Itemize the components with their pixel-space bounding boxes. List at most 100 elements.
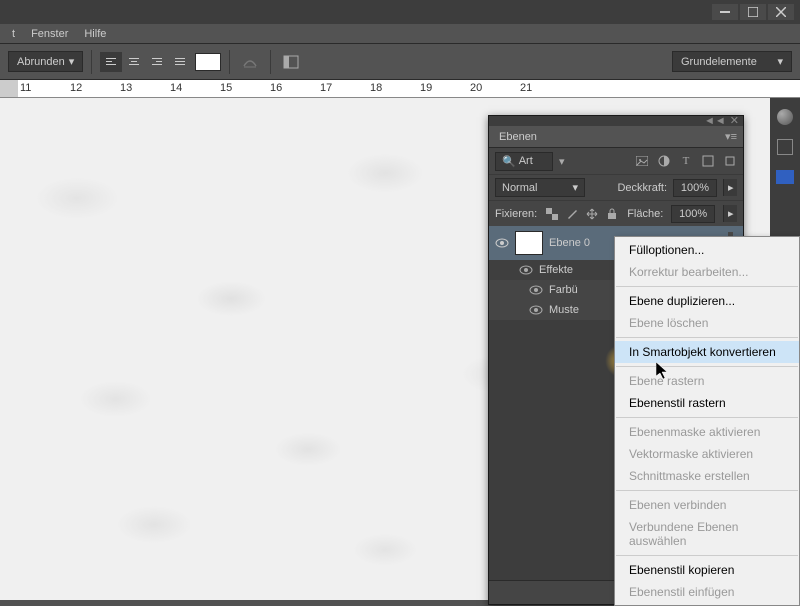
- menu-duplizieren[interactable]: Ebene duplizieren...: [615, 290, 799, 312]
- align-justify-button[interactable]: [169, 52, 191, 72]
- menu-ebenenstil-rastern[interactable]: Ebenenstil rastern: [615, 392, 799, 414]
- effect-label: Muste: [549, 304, 579, 316]
- filter-type-label: Art: [519, 155, 533, 167]
- menu-verbinden: Ebenen verbinden: [615, 494, 799, 516]
- opacity-flyout[interactable]: ▸: [723, 179, 737, 196]
- warp-text-button[interactable]: [238, 50, 262, 74]
- opacity-value[interactable]: 100%: [673, 179, 717, 197]
- menu-fuelloptionen[interactable]: Fülloptionen...: [615, 239, 799, 261]
- menu-t[interactable]: t: [4, 26, 23, 42]
- blend-opacity-row: Normal ▾ Deckkraft: 100% ▸: [489, 174, 743, 200]
- filter-shape-icon[interactable]: [701, 154, 715, 168]
- titlebar: [0, 0, 800, 24]
- fill-label: Fläche:: [627, 208, 663, 220]
- toolbar-separator-3: [270, 50, 271, 74]
- close-panel-icon[interactable]: ✕: [730, 117, 739, 125]
- ruler-tick: 20: [470, 82, 520, 94]
- lock-fill-row: Fixieren: Fläche: 100% ▸: [489, 200, 743, 226]
- ruler-tick: 16: [270, 82, 320, 94]
- visibility-eye-icon[interactable]: [529, 283, 543, 297]
- layer-context-menu: Fülloptionen... Korrektur bearbeiten... …: [614, 236, 800, 606]
- align-left-button[interactable]: [100, 52, 122, 72]
- menu-separator: [616, 366, 798, 367]
- tool-mode-dropdown[interactable]: Abrunden ▾: [8, 51, 83, 72]
- horizontal-ruler: 11 12 13 14 15 16 17 18 19 20 21: [0, 80, 800, 98]
- lock-transparency-icon[interactable]: [545, 207, 559, 221]
- fill-flyout[interactable]: ▸: [723, 205, 737, 222]
- blend-mode-dropdown[interactable]: Normal ▾: [495, 178, 585, 197]
- ruler-tick: 19: [420, 82, 470, 94]
- chevron-down-icon: ▾: [572, 181, 578, 194]
- toolbar-separator-2: [229, 50, 230, 74]
- panel-tabs: Ebenen ▾≡: [489, 126, 743, 148]
- tab-ebenen[interactable]: Ebenen: [489, 127, 547, 147]
- maximize-button[interactable]: [740, 4, 766, 20]
- panel-header[interactable]: ◄◄ ✕: [489, 116, 743, 126]
- minimize-button[interactable]: [712, 4, 738, 20]
- ruler-tick: 17: [320, 82, 370, 94]
- lock-brush-icon[interactable]: [565, 207, 579, 221]
- filter-icons: T: [635, 154, 737, 168]
- layer-filter-row: 🔍 Art ▾ T: [489, 148, 743, 174]
- menu-stil-kopieren[interactable]: Ebenenstil kopieren: [615, 559, 799, 581]
- menu-ebenenmaske: Ebenenmaske aktivieren: [615, 421, 799, 443]
- menu-smartobjekt[interactable]: In Smartobjekt konvertieren: [615, 341, 799, 363]
- menu-separator: [616, 555, 798, 556]
- lock-icons: [545, 207, 619, 221]
- menu-hilfe[interactable]: Hilfe: [76, 26, 114, 42]
- close-button[interactable]: [768, 4, 794, 20]
- blend-mode-label: Normal: [502, 182, 537, 194]
- align-center-button[interactable]: [123, 52, 145, 72]
- menu-ebene-rastern: Ebene rastern: [615, 370, 799, 392]
- layer-name-label: Ebene 0: [549, 237, 590, 249]
- collapse-icon[interactable]: ◄◄: [704, 117, 726, 125]
- menu-verbundene-auswaehlen: Verbundene Ebenen auswählen: [615, 516, 799, 552]
- align-group: [100, 52, 191, 72]
- menu-loeschen: Ebene löschen: [615, 312, 799, 334]
- menubar: t Fenster Hilfe: [0, 24, 800, 44]
- chevron-down-icon: ▾: [69, 55, 75, 68]
- effect-label: Farbü: [549, 284, 578, 296]
- navigator-icon[interactable]: [774, 136, 796, 158]
- window-controls: [712, 4, 794, 20]
- search-icon: 🔍: [502, 155, 516, 168]
- filter-text-icon[interactable]: T: [679, 154, 693, 168]
- lock-label: Fixieren:: [495, 208, 537, 220]
- color-swatch[interactable]: [195, 53, 221, 71]
- ruler-numbers: 11 12 13 14 15 16 17 18 19 20 21: [20, 82, 570, 94]
- menu-separator: [616, 286, 798, 287]
- visibility-eye-icon[interactable]: [529, 303, 543, 317]
- options-toolbar: Abrunden ▾ Grundelemente ▾: [0, 44, 800, 80]
- menu-korrektur: Korrektur bearbeiten...: [615, 261, 799, 283]
- ruler-tick: 21: [520, 82, 570, 94]
- menu-separator: [616, 490, 798, 491]
- filter-adjustment-icon[interactable]: [657, 154, 671, 168]
- filter-type-dropdown[interactable]: 🔍 Art: [495, 152, 553, 171]
- visibility-eye-icon[interactable]: [519, 263, 533, 277]
- filter-image-icon[interactable]: [635, 154, 649, 168]
- swatches-icon[interactable]: [774, 166, 796, 188]
- visibility-eye-icon[interactable]: [495, 236, 509, 250]
- ruler-tick: 12: [70, 82, 120, 94]
- color-picker-icon[interactable]: [774, 106, 796, 128]
- ruler-tick: 13: [120, 82, 170, 94]
- lock-move-icon[interactable]: [585, 207, 599, 221]
- chevron-down-icon: ▾: [777, 55, 783, 68]
- panel-toggle-button[interactable]: [279, 50, 303, 74]
- ruler-tick: 18: [370, 82, 420, 94]
- panel-menu-icon[interactable]: ▾≡: [719, 130, 743, 143]
- menu-fenster[interactable]: Fenster: [23, 26, 76, 42]
- panel-header-icons: ◄◄ ✕: [704, 117, 739, 125]
- layer-thumbnail[interactable]: [515, 231, 543, 255]
- menu-schnittmaske: Schnittmaske erstellen: [615, 465, 799, 487]
- workspace-label: Grundelemente: [681, 56, 757, 68]
- opacity-label: Deckkraft:: [617, 182, 667, 194]
- effects-label: Effekte: [539, 264, 573, 276]
- ruler-tick: 11: [20, 82, 70, 94]
- filter-smart-icon[interactable]: [723, 154, 737, 168]
- align-right-button[interactable]: [146, 52, 168, 72]
- fill-value[interactable]: 100%: [671, 205, 715, 223]
- workspace-dropdown[interactable]: Grundelemente ▾: [672, 51, 792, 72]
- lock-all-icon[interactable]: [605, 207, 619, 221]
- menu-vektormaske: Vektormaske aktivieren: [615, 443, 799, 465]
